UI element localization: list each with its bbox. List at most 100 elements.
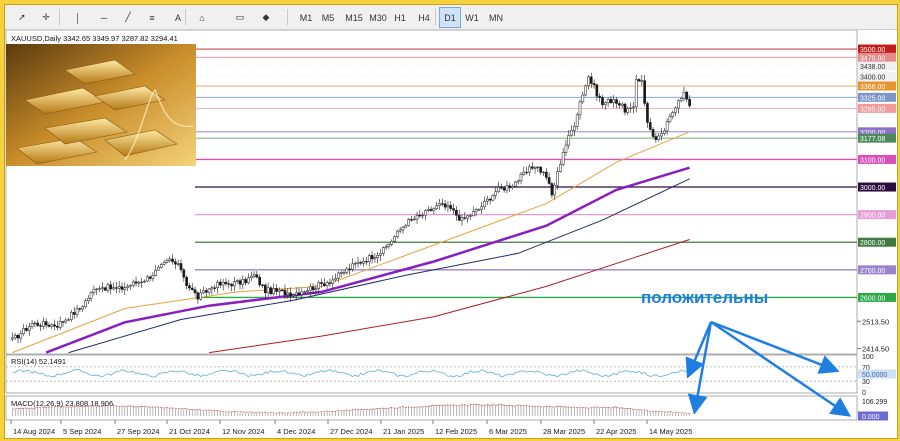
fibonacci-icon[interactable]: ≡	[141, 7, 163, 28]
candle-body	[247, 277, 250, 284]
candle-body	[508, 185, 512, 188]
candle-body	[120, 286, 124, 290]
date-tick: 12 Feb 2025	[435, 427, 477, 436]
candle-body	[311, 286, 315, 291]
candle-body	[53, 324, 56, 327]
candle-body	[165, 260, 169, 263]
candle-body	[530, 166, 534, 169]
candle-body	[662, 130, 666, 134]
candle-body	[261, 284, 264, 286]
candle-body	[263, 284, 267, 294]
candle-body	[612, 99, 616, 104]
candle-body	[81, 306, 84, 310]
candle-body	[629, 107, 632, 109]
shapes-icon[interactable]: ◆	[255, 7, 277, 28]
timeframe-w1[interactable]: W1	[461, 7, 483, 28]
candle-body	[292, 294, 295, 297]
candle-body	[314, 288, 318, 291]
candle-body	[249, 275, 253, 279]
timeframe-h4[interactable]: H4	[413, 7, 435, 28]
candle-body	[522, 171, 526, 175]
candle-body	[78, 308, 82, 310]
candle-body	[365, 261, 368, 263]
candle-body	[238, 280, 242, 285]
candle-body	[353, 263, 357, 265]
candle-body	[429, 209, 433, 211]
label-icon[interactable]: ⌂	[191, 7, 213, 28]
candle-body	[370, 255, 374, 260]
timeframe-h1[interactable]: H1	[389, 7, 411, 28]
price-chart[interactable]: XAUUSD,Daily 3342.65 3349.97 3287.82 329…	[5, 30, 897, 438]
candle-body	[39, 325, 42, 327]
level-label: 2900.00	[860, 213, 885, 220]
timeframe-m15[interactable]: M15	[341, 7, 367, 28]
timeframe-mn[interactable]: MN	[485, 7, 507, 28]
candle-body	[199, 292, 202, 300]
candle-body	[415, 214, 419, 220]
candle-body	[58, 321, 62, 328]
candle-body	[466, 215, 469, 219]
candle-body	[204, 290, 208, 293]
cursor-icon[interactable]: ➚	[11, 7, 33, 28]
candle-body	[598, 95, 601, 98]
date-tick: 28 Mar 2025	[543, 427, 585, 436]
timeframe-m5[interactable]: M5	[317, 7, 339, 28]
candle-body	[103, 287, 107, 291]
candle-body	[286, 292, 290, 295]
candle-body	[171, 258, 174, 262]
price-axis: 3500.003470.003438.003400.003366.003325.…	[857, 44, 896, 354]
annotation-text: положительны	[641, 288, 768, 307]
candle-body	[269, 287, 273, 295]
candle-body	[424, 210, 427, 216]
candle-body	[615, 99, 618, 104]
vertical-line-icon[interactable]: │	[67, 7, 89, 28]
candle-body	[609, 99, 613, 104]
candle-body	[685, 91, 689, 100]
timeframe-m30[interactable]: M30	[365, 7, 391, 28]
candle-body	[258, 276, 261, 286]
candle-body	[151, 275, 155, 279]
candle-body	[325, 282, 329, 286]
candle-body	[581, 94, 585, 103]
candle-body	[412, 218, 416, 221]
candle-body	[193, 289, 197, 294]
crosshair-icon[interactable]: ✛	[35, 7, 57, 28]
time-axis: 14 Aug 2024 5 Sep 2024 27 Sep 2024 21 Oct 2…	[10, 420, 692, 436]
candle-body	[342, 272, 346, 274]
candle-body	[106, 284, 110, 291]
trendline-icon[interactable]: ╱	[117, 7, 139, 28]
candle-body	[533, 166, 537, 169]
rectangle-icon[interactable]: ▭	[229, 7, 251, 28]
candle-body	[207, 288, 211, 293]
candle-body	[646, 103, 649, 123]
candle-body	[632, 106, 635, 109]
candle-body	[294, 292, 298, 296]
candle-body	[634, 79, 638, 108]
candle-body	[95, 288, 99, 290]
candle-body	[221, 281, 225, 286]
candle-body	[98, 288, 101, 290]
candle-body	[384, 246, 388, 248]
candle-body	[435, 205, 439, 209]
candle-body	[196, 292, 200, 300]
candle-body	[381, 247, 385, 254]
candle-body	[33, 322, 37, 325]
candle-body	[407, 219, 410, 226]
horizontal-line-icon[interactable]: ─	[93, 7, 115, 28]
candle-body	[564, 144, 568, 153]
candle-body	[185, 276, 188, 286]
timeframe-d1[interactable]: D1	[439, 7, 461, 28]
candle-body	[623, 103, 627, 113]
candle-body	[485, 198, 489, 202]
candle-body	[491, 195, 495, 201]
candle-body	[359, 262, 363, 264]
date-tick: 14 Aug 2024	[13, 427, 55, 436]
rsi-label: RSI(14) 52.1491	[11, 357, 66, 366]
candle-body	[682, 91, 686, 99]
candle-body	[668, 116, 672, 122]
candle-body	[376, 255, 380, 258]
level-label: 3438.00	[860, 64, 885, 71]
date-tick: 27 Dec 2024	[330, 427, 373, 436]
timeframe-m1[interactable]: M1	[295, 7, 317, 28]
candle-body	[457, 215, 461, 221]
